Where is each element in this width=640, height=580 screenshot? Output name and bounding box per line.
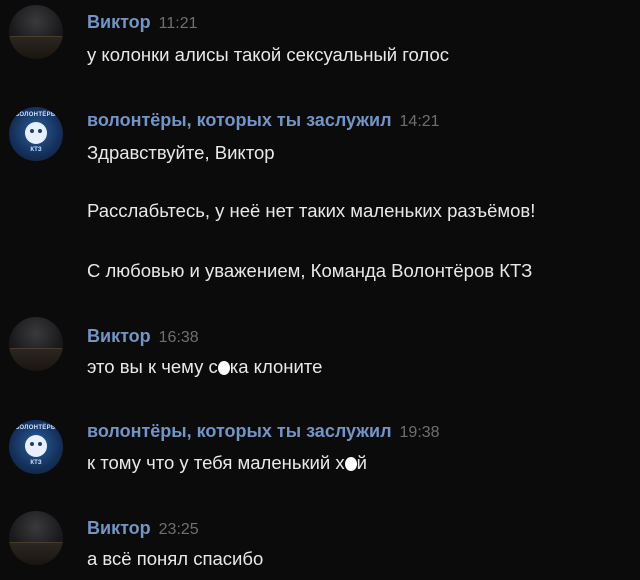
- avatar-logo-tag: КТЗ: [30, 460, 42, 466]
- message-text: С любовью и уважением, Команда Волонтёро…: [87, 260, 533, 281]
- message-text-part: это вы к чему с: [87, 356, 218, 377]
- viktor-avatar[interactable]: [9, 317, 63, 371]
- message-text: к тому что у тебя маленький х й: [87, 452, 367, 474]
- author-name[interactable]: Виктор: [87, 326, 151, 346]
- message-text: а всё понял спасибо: [87, 548, 264, 569]
- message-time: 19:38: [399, 424, 440, 441]
- message-time: 11:21: [158, 15, 198, 32]
- avatar-logo-text: ВОЛОНТЁРЫ: [14, 112, 58, 118]
- avatar-logo-tag: КТЗ: [30, 147, 42, 153]
- volunteers-avatar[interactable]: ВОЛОНТЁРЫ КТЗ: [9, 420, 63, 474]
- message-time: 16:38: [158, 329, 199, 346]
- chat-history: Виктор 11:21 у колонки алисы такой сексуа…: [0, 0, 640, 580]
- censor-blot: [344, 457, 357, 471]
- message-text: Здравствуйте, Виктор: [87, 142, 275, 163]
- censor-blot: [217, 361, 230, 375]
- message-time: 14:21: [399, 113, 440, 130]
- viktor-avatar[interactable]: [9, 511, 63, 565]
- mascot-face-icon: [25, 435, 47, 457]
- message-text-part: ка клоните: [229, 356, 323, 377]
- author-name[interactable]: Виктор: [87, 12, 151, 32]
- message-text: это вы к чему с ка клоните: [87, 356, 322, 378]
- message-header: волонтёры, которых ты заслужил 19:38: [87, 421, 440, 442]
- message-header: Виктор 16:38: [87, 326, 199, 347]
- message-text: Расслабьтесь, у неё нет таких маленьких …: [87, 200, 536, 221]
- message-text-part: к тому что у тебя маленький х: [87, 452, 345, 473]
- message-header: волонтёры, которых ты заслужил 14:21: [87, 110, 440, 131]
- author-name[interactable]: волонтёры, которых ты заслужил: [87, 110, 392, 130]
- message-text: у колонки алисы такой сексуальный голос: [87, 44, 449, 65]
- author-name[interactable]: Виктор: [87, 518, 151, 538]
- volunteers-avatar[interactable]: ВОЛОНТЁРЫ КТЗ: [9, 107, 63, 161]
- viktor-avatar[interactable]: [9, 5, 63, 59]
- mascot-face-icon: [25, 122, 47, 144]
- message-header: Виктор 23:25: [87, 518, 199, 539]
- avatar-logo-text: ВОЛОНТЁРЫ: [14, 425, 58, 431]
- message-time: 23:25: [158, 521, 199, 538]
- message-header: Виктор 11:21: [87, 12, 198, 33]
- author-name[interactable]: волонтёры, которых ты заслужил: [87, 421, 392, 441]
- message-text-part: й: [356, 452, 367, 473]
